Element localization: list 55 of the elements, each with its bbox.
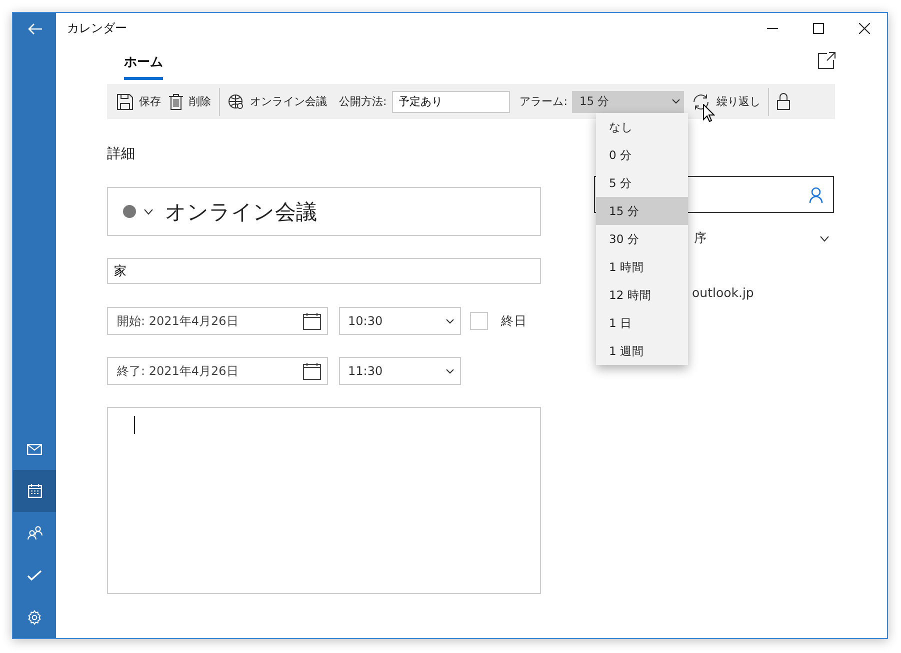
repeat-button[interactable]: 繰り返し — [690, 84, 766, 119]
chevron-icon — [672, 99, 680, 104]
show-as-label: 公開方法: — [339, 94, 387, 109]
menu-item[interactable]: 1 日 — [596, 309, 688, 337]
alarm-dropdown[interactable]: 15 分 — [572, 90, 684, 112]
lock-icon — [777, 93, 790, 110]
save-button[interactable]: 保存 — [115, 84, 167, 119]
location-field[interactable]: 家 — [107, 258, 541, 284]
home-tab[interactable]: ホーム — [124, 53, 163, 80]
chevron-icon[interactable] — [144, 208, 153, 214]
menu-item[interactable]: 1 時間 — [596, 253, 688, 281]
section-heading: 詳細 — [107, 145, 136, 163]
date-field[interactable]: 終了: 2021年4月26日 — [107, 357, 328, 385]
date-text: 開始: 2021年4月26日 — [117, 312, 238, 330]
back-arrow-icon — [26, 22, 42, 34]
menu-item[interactable]: 12 時間 — [596, 281, 688, 309]
mouse-pointer-icon — [703, 104, 715, 122]
date-field[interactable]: 開始: 2021年4月26日 — [107, 307, 328, 335]
calendar-icon[interactable] — [303, 362, 321, 380]
alarm-label: アラーム: — [520, 94, 568, 109]
notes-field[interactable] — [107, 407, 541, 594]
menu-item[interactable]: 15 分 — [596, 197, 688, 225]
time-dropdown[interactable]: 11:30 — [339, 357, 461, 385]
chevron-icon — [446, 318, 454, 324]
menu-item[interactable]: 5 分 — [596, 169, 688, 197]
save-icon — [117, 94, 133, 110]
close-icon — [858, 22, 870, 34]
person-icon[interactable] — [809, 186, 823, 202]
color-dot[interactable] — [123, 205, 136, 218]
menu-item[interactable]: 0 分 — [596, 141, 688, 169]
refresh-icon — [692, 94, 710, 110]
sort-label: 序 — [694, 230, 707, 247]
date-text: 終了: 2021年4月26日 — [117, 362, 238, 380]
menu-item[interactable]: なし — [596, 113, 688, 141]
calendar-icon[interactable] — [13, 470, 56, 512]
menu-item[interactable]: 30 分 — [596, 225, 688, 253]
show-as-field[interactable]: 予定あり — [392, 90, 510, 112]
all-day-label: 終日 — [501, 312, 527, 330]
event-title-field[interactable]: オンライン会議 — [107, 187, 541, 236]
calendar-icon[interactable] — [303, 312, 321, 330]
delete-button[interactable]: 削除 — [167, 84, 217, 119]
time-dropdown[interactable]: 10:30 — [339, 307, 461, 335]
chevron-icon — [446, 368, 454, 374]
online-meeting-button[interactable]: オンライン会議 — [226, 84, 333, 119]
chevron-icon[interactable] — [820, 236, 829, 242]
text-cursor — [134, 416, 135, 434]
globe-icon — [228, 94, 244, 110]
trash-icon — [169, 94, 183, 110]
attendee-email: outlook.jp — [692, 285, 755, 300]
window-title: カレンダー — [67, 20, 127, 36]
menu-item[interactable]: 1 週間 — [596, 337, 688, 365]
popout-icon[interactable] — [817, 52, 836, 69]
all-day-checkbox[interactable] — [470, 312, 488, 330]
event-title: オンライン会議 — [165, 198, 317, 226]
maximize-icon — [812, 22, 824, 34]
